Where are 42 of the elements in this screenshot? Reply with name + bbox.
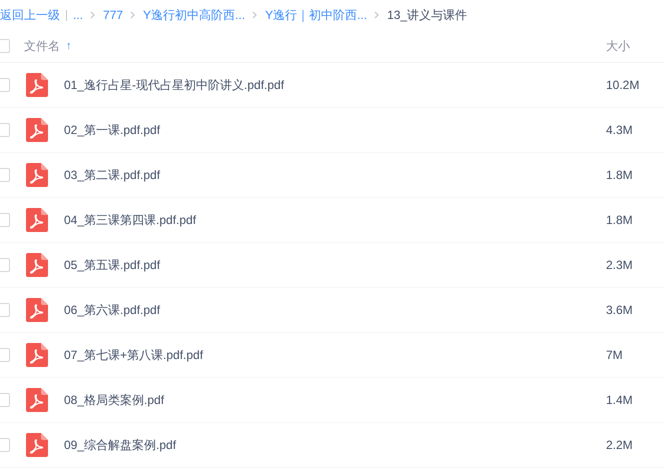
pdf-file-icon bbox=[26, 298, 48, 322]
file-size: 3.6M bbox=[606, 302, 634, 319]
pdf-file-icon bbox=[26, 343, 48, 367]
chevron-icon bbox=[252, 11, 258, 19]
file-name[interactable]: 03_第二课.pdf.pdf bbox=[64, 166, 160, 184]
checkbox[interactable] bbox=[0, 393, 10, 407]
file-size: 7M bbox=[606, 347, 624, 364]
pdf-file-icon bbox=[26, 118, 48, 142]
file-size: 2.2M bbox=[606, 437, 634, 454]
checkbox[interactable] bbox=[0, 303, 10, 317]
file-size: 1.4M bbox=[606, 392, 634, 409]
file-size: 10.2M bbox=[606, 77, 640, 94]
pdf-file-icon bbox=[26, 73, 48, 97]
checkbox[interactable] bbox=[0, 213, 10, 227]
chevron-icon bbox=[130, 11, 136, 19]
checkbox[interactable] bbox=[0, 438, 10, 452]
chevron-icon bbox=[90, 11, 96, 19]
file-name[interactable]: 07_第七课+第八课.pdf.pdf bbox=[64, 346, 204, 364]
pdf-file-icon bbox=[26, 253, 48, 277]
file-size: 1.8M bbox=[606, 167, 634, 184]
file-name[interactable]: 09_综合解盘案例.pdf bbox=[64, 436, 176, 454]
pdf-file-icon bbox=[26, 208, 48, 232]
file-name[interactable]: 01_逸行占星-现代占星初中阶讲义.pdf.pdf bbox=[64, 76, 284, 94]
checkbox[interactable] bbox=[0, 39, 10, 53]
pdf-file-icon bbox=[26, 163, 48, 187]
checkbox[interactable] bbox=[0, 123, 10, 137]
chevron-icon bbox=[374, 11, 380, 19]
checkbox[interactable] bbox=[0, 78, 10, 92]
file-size: 4.3M bbox=[606, 122, 634, 139]
file-size: 1.8M bbox=[606, 212, 634, 229]
file-name[interactable]: 05_第五课.pdf.pdf bbox=[64, 256, 160, 274]
checkbox[interactable] bbox=[0, 168, 10, 182]
file-size: 2.3M bbox=[606, 257, 634, 274]
pdf-file-icon bbox=[26, 433, 48, 457]
file-name[interactable]: 02_第一课.pdf.pdf bbox=[64, 121, 160, 139]
breadcrumb-current[interactable]: 13_讲义与课件 bbox=[387, 6, 468, 24]
checkbox[interactable] bbox=[0, 258, 10, 272]
file-name[interactable]: 06_第六课.pdf.pdf bbox=[64, 301, 160, 319]
file-name[interactable]: 04_第三课第四课.pdf.pdf bbox=[64, 211, 196, 229]
file-name[interactable]: 08_格局类案例.pdf bbox=[64, 391, 164, 409]
checkbox[interactable] bbox=[0, 348, 10, 362]
pdf-file-icon bbox=[26, 388, 48, 412]
